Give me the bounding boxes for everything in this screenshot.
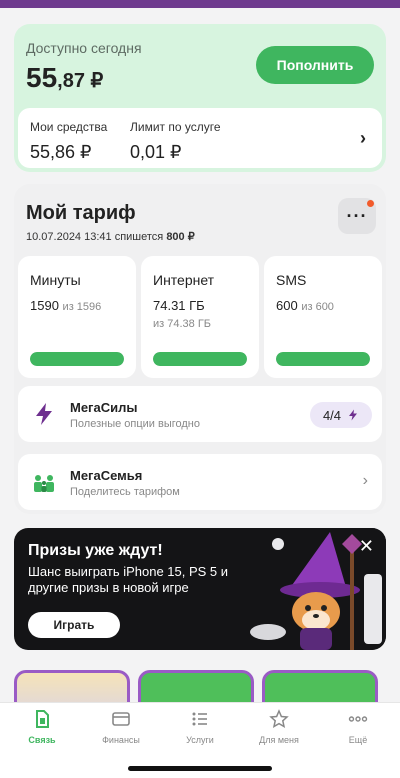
close-icon[interactable]: ✕ bbox=[359, 536, 374, 557]
pack-progress-fill bbox=[30, 352, 124, 366]
home-indicator bbox=[128, 766, 272, 771]
promo-text: Шанс выиграть iPhone 15, PS 5 и другие п… bbox=[28, 564, 229, 595]
my-funds-label: Мои средства bbox=[30, 120, 108, 134]
megasily-subtitle: Полезные опции выгодно bbox=[70, 418, 201, 430]
service-limit-label: Лимит по услуге bbox=[130, 120, 221, 134]
topup-button[interactable]: Пополнить bbox=[256, 46, 374, 84]
more-options-button[interactable]: ··· bbox=[338, 198, 376, 234]
pack-name: Минуты bbox=[30, 272, 81, 288]
tariff-panel: Мой тариф 10.07.2024 13:41 спишется 800 … bbox=[14, 184, 386, 514]
promo-title: Призы уже ждут! bbox=[28, 542, 163, 559]
balance-amount-main: 55 bbox=[26, 62, 58, 93]
nav-item-for-me[interactable]: Для меня bbox=[239, 709, 319, 745]
nav-item-svyaz[interactable]: Связь bbox=[2, 709, 82, 745]
megasily-title: МегаСилы bbox=[70, 400, 138, 415]
family-icon bbox=[34, 475, 54, 492]
list-icon bbox=[192, 712, 207, 726]
charge-date: 10.07.2024 13:41 спишется bbox=[26, 231, 164, 243]
pack-progress-bar bbox=[276, 352, 370, 366]
pack-progress-bar bbox=[30, 352, 124, 366]
pack-name: Интернет bbox=[153, 272, 215, 288]
tariff-title: Мой тариф bbox=[26, 202, 136, 224]
pack-progress-fill bbox=[153, 352, 247, 366]
charge-amount: 800 ₽ bbox=[166, 231, 195, 243]
lightning-icon bbox=[36, 403, 52, 425]
ellipsis-icon: ··· bbox=[346, 205, 368, 226]
megasemya-title: МегаСемья bbox=[70, 468, 143, 483]
pack-minutes[interactable]: Минуты 1590 из 1596 bbox=[18, 256, 136, 378]
balance-amount-cents: ,87 ₽ bbox=[57, 70, 104, 92]
card-icon bbox=[112, 712, 130, 726]
pack-progress-bar bbox=[153, 352, 247, 366]
service-limit: Лимит по услуге 0,01 ₽ bbox=[130, 120, 221, 163]
my-funds-value: 55,86 ₽ bbox=[30, 142, 92, 162]
star-icon bbox=[269, 709, 289, 728]
megasemya-subtitle: Поделитесь тарифом bbox=[70, 486, 180, 498]
pack-internet[interactable]: Интернет 74.31 ГБ из 74.38 ГБ bbox=[141, 256, 259, 378]
nav-item-services[interactable]: Услуги bbox=[160, 709, 240, 745]
pack-value: 600 из 600 bbox=[276, 298, 334, 313]
pack-progress-fill bbox=[276, 352, 370, 366]
funds-row[interactable]: Мои средства 55,86 ₽ Лимит по услуге 0,0… bbox=[18, 108, 382, 168]
sim-icon bbox=[36, 710, 49, 728]
megasemya-row[interactable]: МегаСемья Поделитесь тарифом › bbox=[18, 454, 382, 510]
more-icon bbox=[348, 716, 368, 722]
pack-value: 74.31 ГБ bbox=[153, 298, 205, 313]
balance-amount: 55,87 ₽ bbox=[26, 62, 103, 94]
megasily-badge: 4/4 bbox=[310, 402, 372, 428]
balance-card: Доступно сегодня 55,87 ₽ Пополнить Мои с… bbox=[14, 24, 386, 172]
available-today-label: Доступно сегодня bbox=[26, 40, 142, 56]
lightning-icon bbox=[349, 409, 358, 421]
pack-total: из 74.38 ГБ bbox=[153, 318, 212, 330]
play-button[interactable]: Играть bbox=[28, 612, 120, 638]
megasily-row[interactable]: МегаСилы Полезные опции выгодно 4/4 bbox=[18, 386, 382, 442]
promo-banner[interactable]: Призы уже ждут! Шанс выиграть iPhone 15,… bbox=[14, 528, 386, 650]
nav-item-finance[interactable]: Финансы bbox=[81, 709, 161, 745]
notification-dot bbox=[367, 200, 374, 207]
service-limit-value: 0,01 ₽ bbox=[130, 142, 182, 162]
chevron-right-icon: › bbox=[362, 472, 368, 489]
pack-name: SMS bbox=[276, 272, 307, 288]
my-funds: Мои средства 55,86 ₽ bbox=[30, 120, 107, 163]
chevron-right-icon: › bbox=[360, 128, 366, 148]
pack-sms[interactable]: SMS 600 из 600 bbox=[264, 256, 382, 378]
nav-item-more[interactable]: Ещё bbox=[318, 709, 398, 745]
status-bar bbox=[0, 0, 400, 8]
pack-value: 1590 из 1596 bbox=[30, 298, 102, 313]
tariff-charge-info: 10.07.2024 13:41 спишется 800 ₽ bbox=[26, 230, 195, 243]
